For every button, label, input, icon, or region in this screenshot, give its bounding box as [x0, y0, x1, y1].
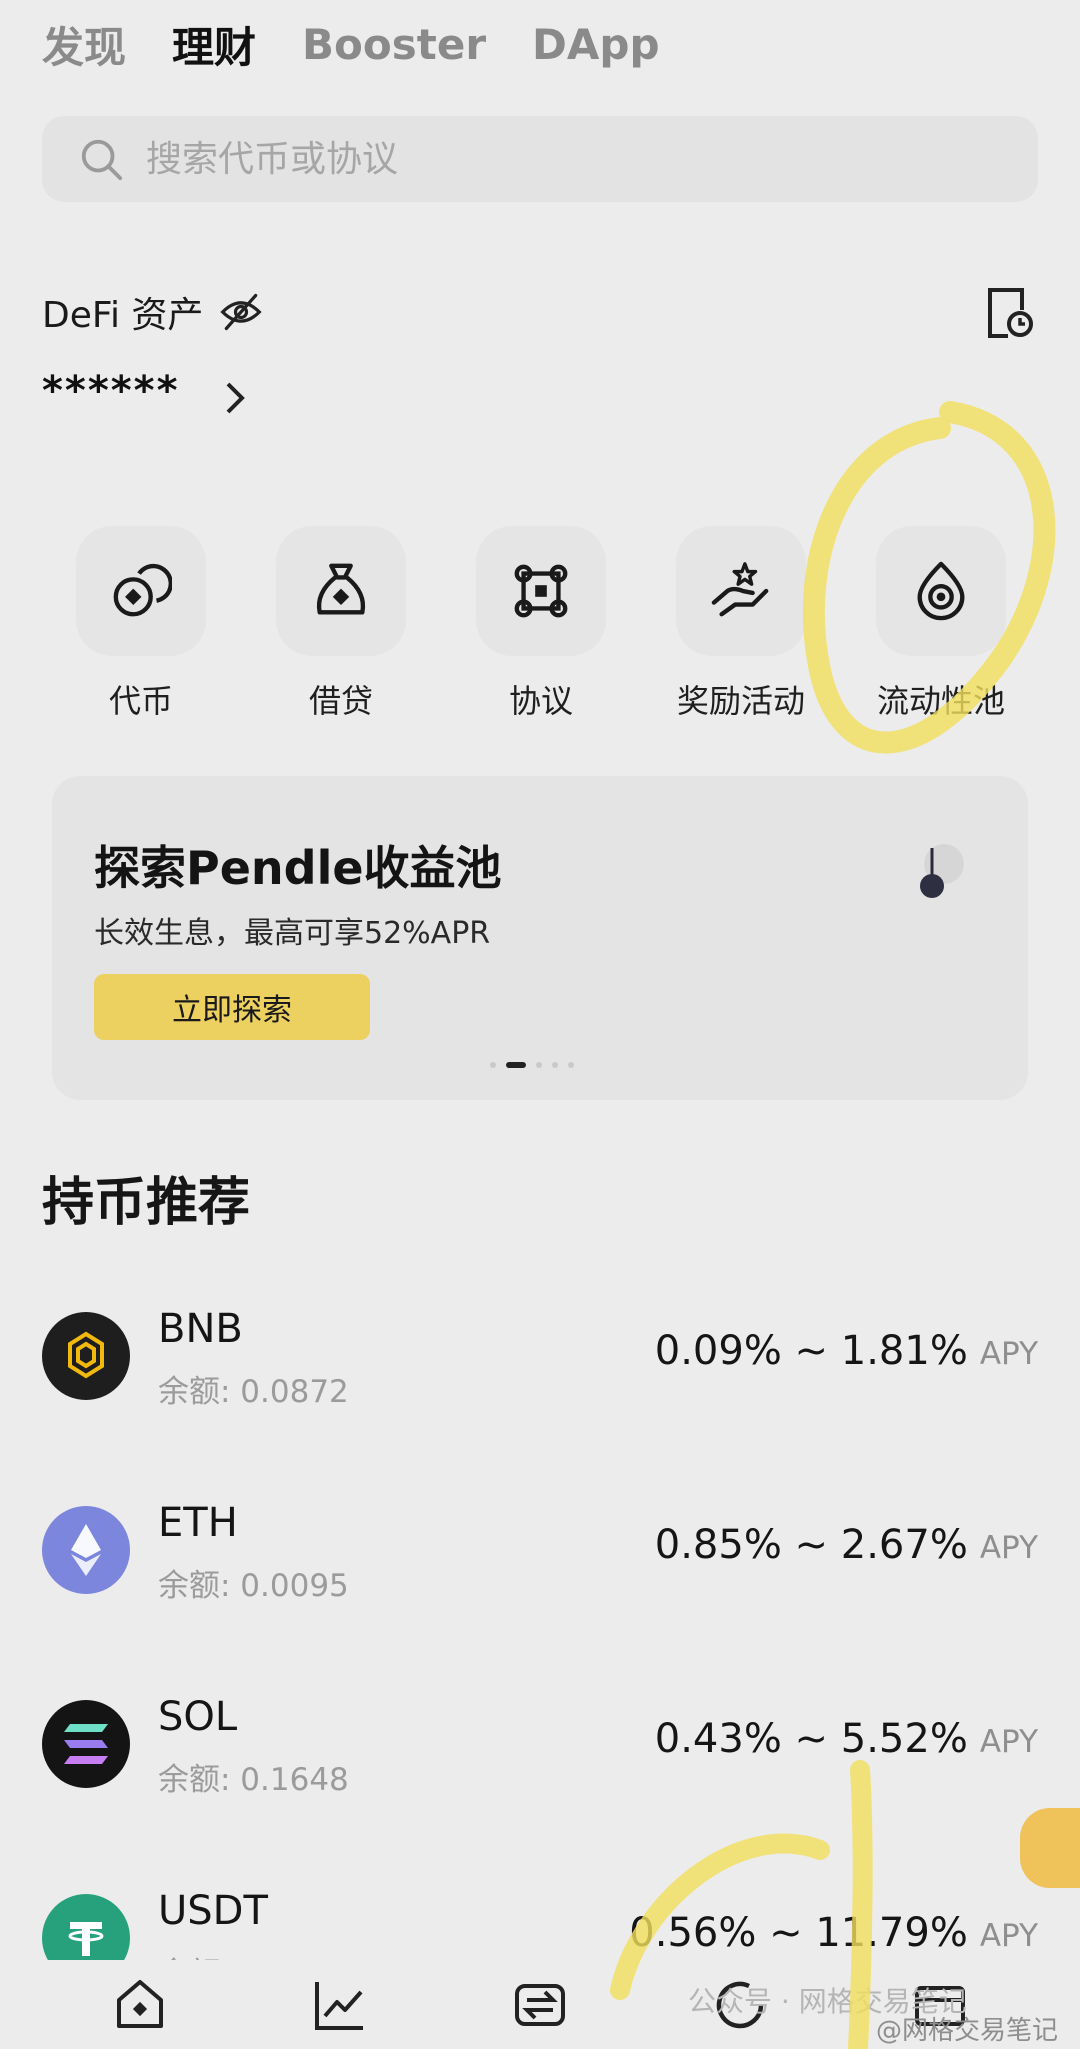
tab-booster[interactable]: Booster — [302, 20, 486, 69]
coin-name: USDT — [158, 1888, 268, 1934]
pagination-dot — [552, 1062, 558, 1068]
coin-balance: 余额: 0.0872 — [158, 1374, 349, 1410]
explore-now-button[interactable]: 立即探索 — [94, 974, 370, 1040]
pagination-dot — [536, 1062, 542, 1068]
coin-balance: 余额: 0.1648 — [158, 1762, 349, 1798]
coin-name: SOL — [158, 1694, 238, 1740]
coin-balance: 余额: 0.0095 — [158, 1568, 349, 1604]
coin-apy: 0.85% ~ 2.67% APY — [655, 1522, 1038, 1568]
coins-icon — [113, 563, 172, 617]
pagination-dot — [490, 1062, 496, 1068]
eye-off-icon[interactable] — [219, 290, 263, 334]
pagination-dot-active — [506, 1062, 526, 1068]
bnb-logo-icon — [42, 1312, 130, 1400]
banner-pagination — [490, 1062, 574, 1068]
apy-range: 0.56% ~ 11.79% — [629, 1910, 968, 1956]
liquidity-drop-icon — [917, 561, 965, 621]
tab-finance[interactable]: 理财 — [172, 14, 256, 75]
apy-tag: APY — [979, 1530, 1038, 1566]
coin-name: BNB — [158, 1306, 243, 1352]
tab-dapp[interactable]: DApp — [532, 20, 660, 69]
defi-assets-header: DeFi 资产 — [42, 286, 263, 338]
apy-range: 0.85% ~ 2.67% — [654, 1522, 968, 1568]
quick-menu: 代币 借贷 协议 奖励活动 流动性池 — [66, 526, 1016, 722]
top-tabs: 发现 理财 Booster DApp — [42, 14, 660, 74]
home-icon[interactable] — [111, 1976, 169, 2034]
apy-tag: APY — [979, 1918, 1038, 1954]
search-bar[interactable] — [42, 116, 1038, 202]
reward-hand-icon — [711, 562, 769, 617]
banner-subtitle: 长效生息，最高可享52%APR — [94, 916, 491, 951]
quick-label: 借贷 — [308, 682, 373, 720]
quick-item-lending[interactable]: 借贷 — [266, 526, 416, 722]
protocol-icon — [514, 564, 568, 618]
tab-discover[interactable]: 发现 — [42, 14, 126, 75]
coin-row-sol[interactable]: SOL 余额: 0.1648 0.43% ~ 5.52% APY — [42, 1694, 1038, 1820]
defi-balance: ****** — [42, 368, 180, 414]
defi-balance-row[interactable]: ****** — [42, 366, 250, 416]
banner-illustration-icon — [920, 844, 964, 898]
search-input[interactable] — [146, 138, 946, 180]
coin-row-eth[interactable]: ETH 余额: 0.0095 0.85% ~ 2.67% APY — [42, 1500, 1038, 1626]
search-icon — [81, 139, 123, 181]
section-title: 持币推荐 — [42, 1173, 251, 1233]
apy-tag: APY — [979, 1724, 1038, 1760]
chart-icon[interactable] — [311, 1976, 369, 2034]
watermark-handle: @网格交易笔记 — [876, 2016, 1059, 2046]
apy-tag: APY — [979, 1336, 1038, 1372]
quick-item-rewards[interactable]: 奖励活动 — [666, 526, 816, 722]
quick-item-liquidity-pool[interactable]: 流动性池 — [866, 526, 1016, 722]
chevron-right-icon — [226, 382, 245, 414]
coin-apy: 0.56% ~ 11.79% APY — [629, 1910, 1038, 1956]
loan-bag-icon — [316, 563, 366, 615]
defi-assets-label: DeFi 资产 — [42, 295, 204, 336]
quick-label: 流动性池 — [876, 682, 1005, 720]
pagination-dot — [568, 1062, 574, 1068]
quick-label: 代币 — [108, 682, 173, 720]
history-icon[interactable] — [984, 286, 1034, 340]
coin-name: ETH — [158, 1500, 238, 1546]
quick-item-protocols[interactable]: 协议 — [466, 526, 616, 722]
promo-banner[interactable]: 探索Pendle收益池 长效生息，最高可享52%APR 立即探索 — [52, 776, 1028, 1100]
floating-assistant-button[interactable] — [1020, 1808, 1080, 1888]
quick-label: 奖励活动 — [676, 682, 805, 720]
coin-row-bnb[interactable]: BNB 余额: 0.0872 0.09% ~ 1.81% APY — [42, 1306, 1038, 1432]
apy-range: 0.09% ~ 1.81% — [654, 1328, 968, 1374]
sol-logo-icon — [42, 1700, 130, 1788]
swap-icon[interactable] — [511, 1976, 569, 2034]
banner-title: 探索Pendle收益池 — [94, 841, 502, 895]
apy-range: 0.43% ~ 5.52% — [654, 1716, 968, 1762]
quick-label: 协议 — [508, 682, 573, 720]
eth-logo-icon — [42, 1506, 130, 1594]
quick-item-tokens[interactable]: 代币 — [66, 526, 216, 722]
coin-apy: 0.43% ~ 5.52% APY — [655, 1716, 1038, 1762]
coin-apy: 0.09% ~ 1.81% APY — [655, 1328, 1038, 1374]
